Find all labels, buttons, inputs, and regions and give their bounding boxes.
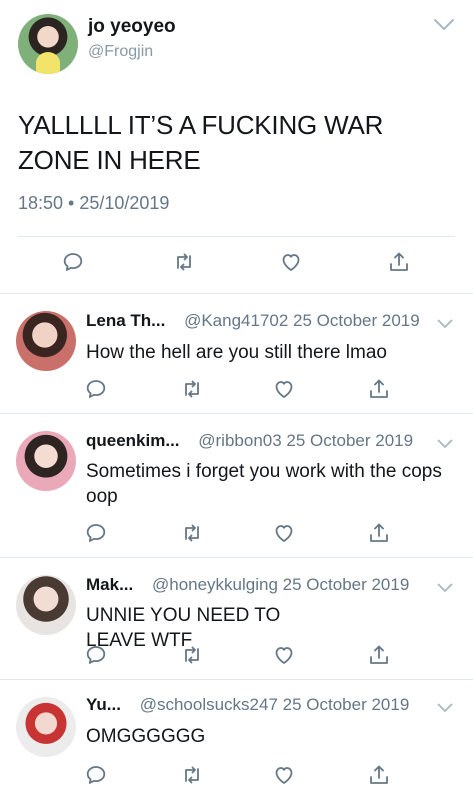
reply-actions — [0, 521, 473, 547]
reply-actions — [0, 377, 473, 403]
chevron-down-icon[interactable] — [437, 700, 453, 712]
user-handle[interactable]: @Frogjin — [88, 43, 153, 61]
reply-header: queenkim... @ribbon03 25 October 2019 — [86, 431, 413, 451]
tweet-text: YALLLLL IT’S A FUCKING WAR ZONE IN HERE — [18, 110, 384, 175]
like-icon[interactable] — [279, 250, 303, 274]
chevron-down-icon[interactable] — [433, 18, 455, 32]
divider — [18, 236, 455, 237]
reply-header: Mak... @honeykkulging 25 October 2019 — [86, 575, 409, 595]
reply-tweet: queenkim... @ribbon03 25 October 2019 So… — [0, 431, 473, 556]
share-icon[interactable] — [387, 250, 411, 274]
avatar[interactable] — [18, 14, 78, 74]
retweet-icon[interactable] — [180, 377, 204, 401]
display-name[interactable]: queenkim... — [86, 431, 180, 450]
reply-tweet: Mak... @honeykkulging 25 October 2019 UN… — [0, 575, 473, 677]
retweet-icon[interactable] — [180, 521, 204, 545]
reply-tweet: Yu... @schoolsucks247 25 October 2019 OM… — [0, 695, 473, 795]
tweet-actions — [0, 250, 473, 280]
chevron-down-icon[interactable] — [437, 316, 453, 328]
reply-meta: @honeykkulging 25 October 2019 — [151, 575, 410, 594]
share-icon[interactable] — [367, 643, 391, 667]
reply-meta: @schoolsucks247 25 October 2019 — [139, 695, 410, 714]
reply-icon[interactable] — [84, 377, 108, 401]
reply-icon[interactable] — [84, 763, 108, 787]
chevron-down-icon[interactable] — [437, 580, 453, 592]
like-icon[interactable] — [272, 643, 296, 667]
chevron-down-icon[interactable] — [437, 436, 453, 448]
divider — [0, 293, 473, 294]
share-icon[interactable] — [367, 763, 391, 787]
display-name[interactable]: Lena Th... — [86, 311, 165, 330]
display-name[interactable]: jo yeoyeo — [88, 16, 176, 38]
share-icon[interactable] — [367, 521, 391, 545]
avatar[interactable] — [16, 431, 76, 491]
reply-meta: @Kang41702 25 October 2019 — [184, 311, 420, 330]
reply-meta: @ribbon03 25 October 2019 — [198, 431, 414, 450]
display-name[interactable]: Mak... — [86, 575, 133, 594]
avatar[interactable] — [16, 311, 76, 371]
like-icon[interactable] — [272, 521, 296, 545]
reply-icon[interactable] — [84, 643, 108, 667]
retweet-icon[interactable] — [180, 643, 204, 667]
like-icon[interactable] — [272, 377, 296, 401]
reply-header: Yu... @schoolsucks247 25 October 2019 — [86, 695, 409, 715]
retweet-icon[interactable] — [172, 250, 196, 274]
reply-text: OMGGGGGG — [86, 726, 206, 747]
display-name[interactable]: Yu... — [86, 695, 121, 714]
like-icon[interactable] — [272, 763, 296, 787]
reply-icon[interactable] — [61, 250, 85, 274]
reply-icon[interactable] — [84, 521, 108, 545]
divider — [0, 413, 473, 414]
reply-text: How the hell are you still there lmao — [86, 342, 387, 363]
reply-actions — [0, 763, 473, 789]
tweet-timestamp: 18:50 • 25/10/2019 — [18, 193, 170, 213]
share-icon[interactable] — [367, 377, 391, 401]
reply-header: Lena Th... @Kang41702 25 October 2019 — [86, 311, 420, 331]
reply-actions — [0, 643, 473, 669]
divider — [0, 679, 473, 680]
divider — [0, 557, 473, 558]
avatar[interactable] — [16, 697, 76, 757]
reply-text: Sometimes i forget you work with the cop… — [86, 461, 442, 507]
main-tweet: jo yeoyeo @Frogjin YALLLLL IT’S A FUCKIN… — [0, 0, 473, 293]
retweet-icon[interactable] — [180, 763, 204, 787]
avatar[interactable] — [16, 575, 76, 635]
reply-tweet: Lena Th... @Kang41702 25 October 2019 Ho… — [0, 311, 473, 411]
